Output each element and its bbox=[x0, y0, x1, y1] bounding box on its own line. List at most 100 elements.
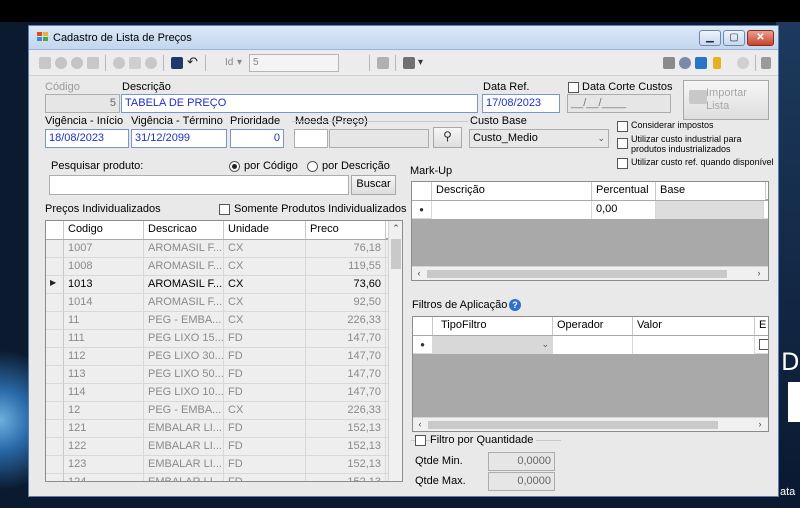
operador-cell[interactable] bbox=[553, 336, 633, 354]
table-row[interactable]: 12 PEG - EMBA... CX 226,33 bbox=[64, 402, 388, 420]
markup-new-row[interactable]: ● 0,00 bbox=[412, 201, 768, 219]
e-checkbox[interactable] bbox=[759, 339, 768, 350]
custo-ref-checkbox[interactable] bbox=[617, 158, 628, 169]
descricao-cell[interactable]: AROMASIL F... bbox=[144, 240, 224, 258]
unidade-cell[interactable]: FD bbox=[224, 438, 306, 456]
moeda-search-button[interactable]: ⚲ bbox=[433, 127, 462, 148]
filtro-quantidade-checkbox[interactable] bbox=[415, 435, 426, 446]
save-icon[interactable] bbox=[171, 57, 183, 69]
descricao-cell[interactable]: PEG LIXO 15... bbox=[144, 330, 224, 348]
codigo-cell[interactable]: 1014 bbox=[64, 294, 144, 312]
unidade-cell[interactable]: FD bbox=[224, 348, 306, 366]
descricao-cell[interactable]: PEG LIXO 50... bbox=[144, 366, 224, 384]
delete-icon[interactable] bbox=[145, 57, 157, 69]
new-icon[interactable] bbox=[39, 57, 51, 69]
considerar-impostos-checkbox[interactable] bbox=[617, 121, 628, 132]
calculator-icon[interactable] bbox=[377, 57, 389, 69]
scroll-right-icon[interactable]: › bbox=[752, 268, 766, 278]
valor-cell[interactable] bbox=[633, 336, 755, 354]
next-record-icon[interactable] bbox=[87, 57, 99, 69]
descricao-cell[interactable]: EMBALAR LI... bbox=[144, 438, 224, 456]
data-corte-input[interactable]: __/__/____ bbox=[567, 94, 671, 113]
preco-cell[interactable]: 152,13 bbox=[306, 474, 386, 481]
preco-cell[interactable]: 92,50 bbox=[306, 294, 386, 312]
descricao-cell[interactable]: PEG LIXO 30... bbox=[144, 348, 224, 366]
row-header[interactable] bbox=[46, 312, 64, 330]
unidade-cell[interactable]: FD bbox=[224, 330, 306, 348]
scroll-thumb[interactable] bbox=[428, 421, 718, 429]
buscar-button[interactable]: Buscar bbox=[351, 175, 396, 195]
table-row[interactable]: 1014 AROMASIL F... CX 92,50 bbox=[64, 294, 388, 312]
descricao-cell[interactable]: AROMASIL F... bbox=[144, 276, 224, 294]
col-valor[interactable]: Valor bbox=[633, 317, 755, 335]
unidade-cell[interactable]: CX bbox=[224, 294, 306, 312]
preco-cell[interactable]: 152,13 bbox=[306, 420, 386, 438]
preco-cell[interactable]: 76,18 bbox=[306, 240, 386, 258]
print-dropdown-icon[interactable]: ▾ bbox=[418, 57, 423, 68]
markup-percentual-cell[interactable]: 0,00 bbox=[592, 201, 656, 219]
scroll-right-icon[interactable]: › bbox=[753, 419, 767, 429]
codigo-cell[interactable]: 114 bbox=[64, 384, 144, 402]
filtros-hscrollbar[interactable]: ‹ › bbox=[413, 417, 768, 431]
descricao-input[interactable]: TABELA DE PREÇO bbox=[121, 94, 478, 113]
table-row[interactable]: 112 PEG LIXO 30... FD 147,70 bbox=[64, 348, 388, 366]
col-e[interactable]: E bbox=[755, 317, 768, 335]
table-row[interactable]: 124 EMBALAR LI... FD 152,13 bbox=[64, 474, 388, 481]
table-row[interactable]: 1008 AROMASIL F... CX 119,55 bbox=[64, 258, 388, 276]
print-icon[interactable] bbox=[403, 57, 415, 69]
search-icon[interactable] bbox=[679, 57, 691, 69]
por-descricao-radio[interactable] bbox=[307, 161, 318, 172]
custo-industrial-checkbox[interactable] bbox=[617, 138, 628, 149]
unidade-cell[interactable]: CX bbox=[224, 312, 306, 330]
table-row[interactable]: 114 PEG LIXO 10... FD 147,70 bbox=[64, 384, 388, 402]
markup-base-cell[interactable] bbox=[656, 201, 764, 219]
custo-base-select[interactable]: Custo_Medio ⌄ bbox=[469, 129, 609, 148]
col-operador[interactable]: Operador bbox=[553, 317, 633, 335]
preco-cell[interactable]: 147,70 bbox=[306, 348, 386, 366]
unidade-cell[interactable]: FD bbox=[224, 366, 306, 384]
col-markup-descricao[interactable]: Descrição bbox=[432, 182, 592, 200]
col-codigo[interactable]: Codigo bbox=[64, 221, 144, 239]
preco-cell[interactable]: 147,70 bbox=[306, 384, 386, 402]
table-row[interactable]: 1007 AROMASIL F... CX 76,18 bbox=[64, 240, 388, 258]
descricao-cell[interactable]: PEG LIXO 10... bbox=[144, 384, 224, 402]
row-header[interactable] bbox=[46, 438, 64, 456]
table-row[interactable]: 113 PEG LIXO 50... FD 147,70 bbox=[64, 366, 388, 384]
descricao-cell[interactable]: EMBALAR LI... bbox=[144, 420, 224, 438]
codigo-cell[interactable]: 122 bbox=[64, 438, 144, 456]
refresh-icon[interactable] bbox=[695, 57, 707, 69]
qtde-min-input[interactable]: 0,0000 bbox=[488, 452, 555, 471]
edit-icon[interactable] bbox=[129, 57, 141, 69]
prioridade-input[interactable]: 0 bbox=[230, 129, 284, 148]
preco-cell[interactable]: 152,13 bbox=[306, 438, 386, 456]
codigo-cell[interactable]: 1008 bbox=[64, 258, 144, 276]
data-ref-input[interactable]: 17/08/2023 bbox=[482, 94, 560, 113]
col-markup-percentual[interactable]: Percentual bbox=[592, 182, 656, 200]
preco-cell[interactable]: 119,55 bbox=[306, 258, 386, 276]
codigo-cell[interactable]: 1007 bbox=[64, 240, 144, 258]
codigo-cell[interactable]: 111 bbox=[64, 330, 144, 348]
row-header[interactable] bbox=[46, 294, 64, 312]
row-header[interactable] bbox=[46, 456, 64, 474]
row-header[interactable] bbox=[46, 240, 64, 258]
row-header[interactable]: ▶ bbox=[46, 276, 64, 294]
row-header[interactable] bbox=[46, 348, 64, 366]
id-input[interactable]: 5 bbox=[249, 54, 339, 72]
codigo-cell[interactable]: 112 bbox=[64, 348, 144, 366]
vigencia-termino-input[interactable]: 31/12/2099 bbox=[131, 129, 227, 148]
codigo-cell[interactable]: 11 bbox=[64, 312, 144, 330]
col-descricao[interactable]: Descricao bbox=[144, 221, 224, 239]
col-unidade[interactable]: Unidade bbox=[224, 221, 306, 239]
markup-hscrollbar[interactable]: ‹ › bbox=[412, 266, 768, 280]
descricao-cell[interactable]: AROMASIL F... bbox=[144, 294, 224, 312]
unidade-cell[interactable]: FD bbox=[224, 384, 306, 402]
row-header[interactable] bbox=[46, 402, 64, 420]
preco-cell[interactable]: 152,13 bbox=[306, 456, 386, 474]
title-bar[interactable]: Cadastro de Lista de Preços ▁ ▢ ✕ bbox=[29, 26, 778, 50]
col-markup-base[interactable]: Base bbox=[656, 182, 766, 200]
descricao-cell[interactable]: PEG - EMBA... bbox=[144, 402, 224, 420]
unidade-cell[interactable]: CX bbox=[224, 276, 306, 294]
help-icon[interactable]: ? bbox=[509, 299, 521, 311]
add-icon[interactable] bbox=[113, 57, 125, 69]
scroll-thumb[interactable] bbox=[427, 270, 727, 278]
